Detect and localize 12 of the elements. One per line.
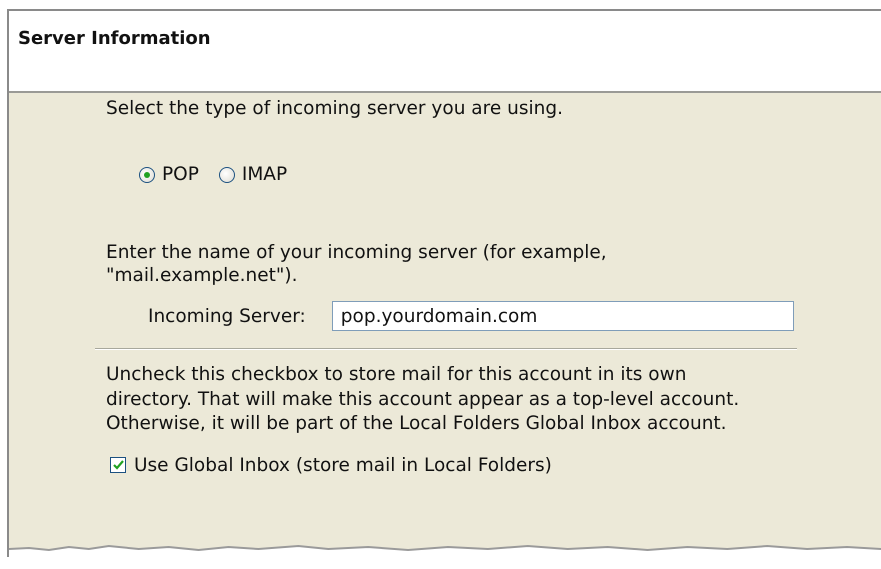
input-field[interactable]: pop.yourdomain.com	[332, 301, 794, 331]
radio-button[interactable]	[218, 166, 235, 182]
radio-button[interactable]	[139, 166, 155, 182]
radio-label[interactable]: POP	[162, 164, 199, 185]
checkbox-label[interactable]: Use Global Inbox (store mail in Local Folders)	[134, 454, 552, 476]
field-label: Incoming Server:	[148, 306, 306, 326]
explanation-text: Uncheck this checkbox to store mail for this account in its own directory. That will make this account appear as a top-level account. Otherwise, it will be part of the Local Folders Global Inbox account.	[106, 363, 740, 436]
instruction-text: Enter the name of your incoming server (for example, "mail.example.net").	[106, 241, 608, 287]
instruction-text: Select the type of incoming server you are using.	[106, 97, 564, 120]
radio-label[interactable]: IMAP	[242, 164, 288, 185]
page-title: Server Information	[18, 28, 212, 49]
checkbox[interactable]	[110, 457, 126, 473]
